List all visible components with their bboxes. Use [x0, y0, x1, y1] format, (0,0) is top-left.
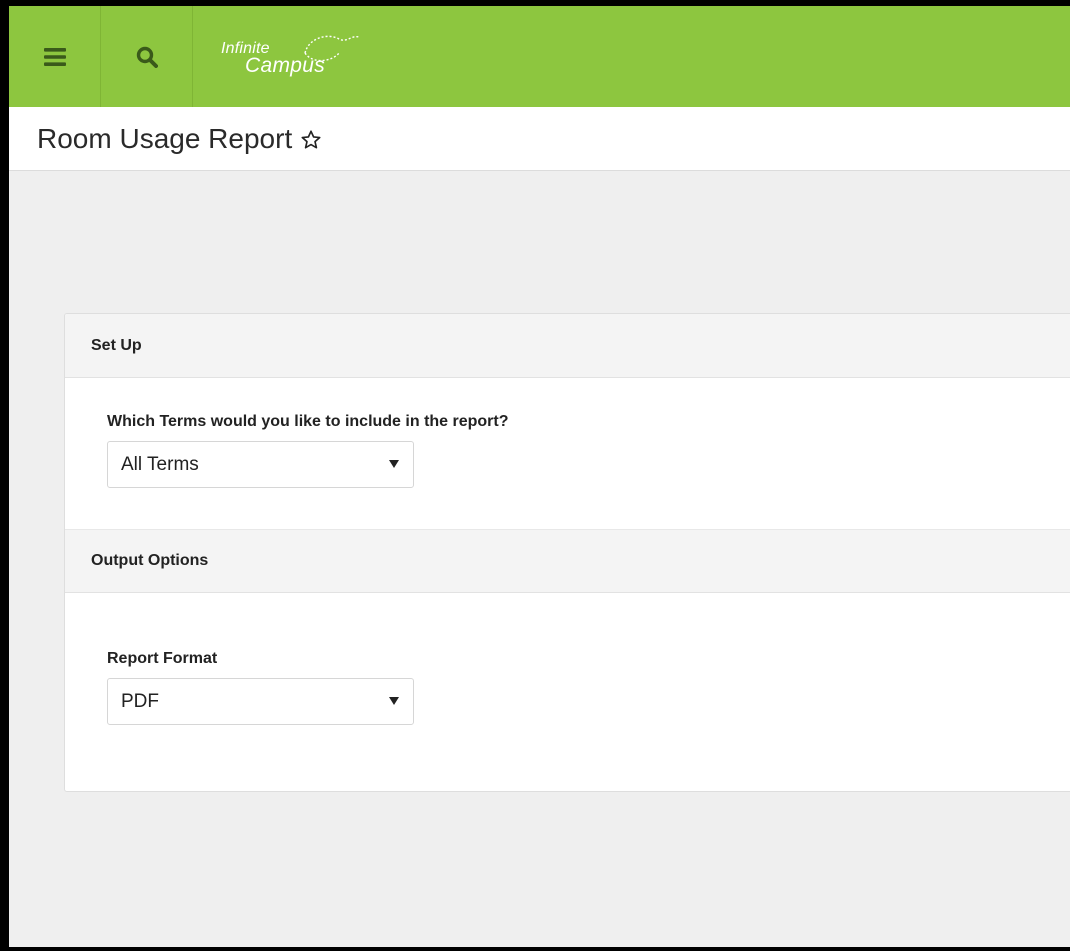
top-navigation-bar: Infinite Campus: [9, 6, 1070, 107]
terms-label: Which Terms would you like to include in…: [107, 413, 509, 430]
star-outline-icon[interactable]: [300, 129, 322, 151]
setup-section-header: Set Up: [65, 314, 1070, 378]
search-icon: [136, 46, 158, 68]
setup-section-title: Set Up: [91, 336, 142, 354]
terms-selected-value: All Terms: [121, 454, 199, 475]
output-options-section-header: Output Options: [65, 529, 1070, 593]
caret-down-icon: [389, 460, 399, 468]
page-title: Room Usage Report: [37, 122, 293, 154]
app-frame: Infinite Campus Room Usage Report Set Up…: [0, 0, 1070, 951]
infinite-campus-logo[interactable]: Infinite Campus: [221, 6, 381, 107]
report-format-dropdown[interactable]: PDF: [107, 678, 414, 725]
menu-icon: [43, 47, 66, 66]
terms-dropdown[interactable]: All Terms: [107, 441, 414, 488]
report-options-panel: Set Up Which Terms would you like to inc…: [64, 313, 1070, 792]
output-options-section-title: Output Options: [91, 552, 209, 569]
search-button[interactable]: [101, 6, 193, 107]
logo-swoosh-icon: [304, 35, 360, 62]
page-header: Room Usage Report: [9, 107, 1070, 171]
menu-button[interactable]: [9, 6, 101, 107]
caret-down-icon: [389, 697, 399, 705]
report-format-label: Report Format: [107, 650, 218, 667]
report-format-selected-value: PDF: [121, 691, 159, 712]
